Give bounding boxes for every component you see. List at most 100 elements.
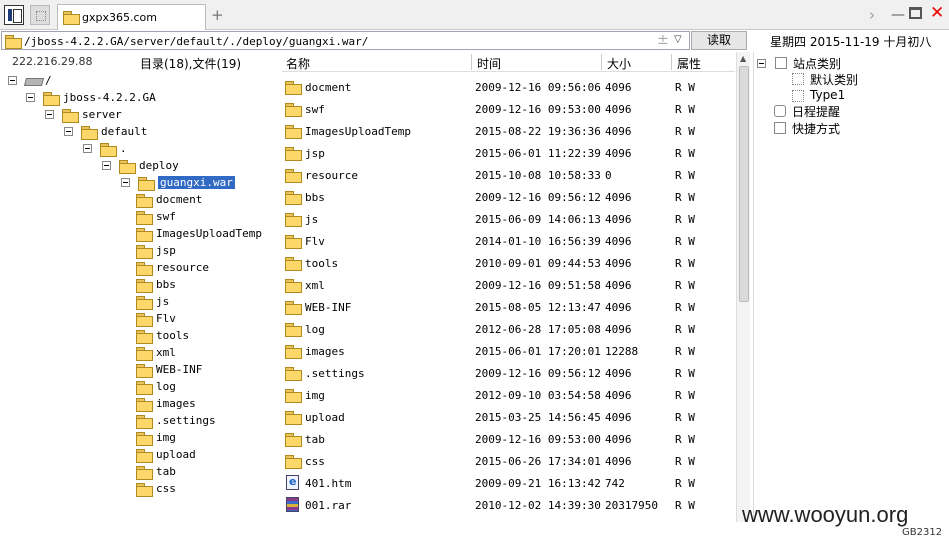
- collapse-toggle-icon[interactable]: [121, 178, 130, 187]
- table-row[interactable]: upload 2015-03-25 14:56:45 4096 R W: [282, 406, 735, 428]
- file-attr: R W: [675, 147, 695, 160]
- list-scrollbar[interactable]: ▲: [736, 52, 750, 522]
- collapse-toggle-icon[interactable]: [26, 93, 35, 102]
- blank-tab-button[interactable]: [30, 5, 50, 25]
- scroll-thumb[interactable]: [739, 66, 749, 302]
- table-row[interactable]: tools 2010-09-01 09:44:53 4096 R W: [282, 252, 735, 274]
- collapse-toggle-icon[interactable]: [8, 76, 17, 85]
- directory-tree: / jboss-4.2.2.GA server default. deploy guang…: [0, 72, 281, 522]
- table-row[interactable]: tab 2009-12-16 09:53:00 4096 R W: [282, 428, 735, 450]
- drive-icon: [25, 75, 41, 85]
- file-size: 742: [605, 477, 625, 490]
- file-attr: R W: [675, 499, 695, 512]
- table-row[interactable]: ImagesUploadTemp 2015-08-22 19:36:36 4096 R…: [282, 120, 735, 142]
- folder-icon: [119, 160, 136, 174]
- date-label: 星期四 2015-11-19 十月初八: [770, 35, 932, 49]
- shortcut-label: 快捷方式: [792, 122, 841, 136]
- table-row[interactable]: docment 2009-12-16 09:56:06 4096 R W: [282, 76, 735, 98]
- panel-toggle-icon[interactable]: [4, 5, 24, 25]
- table-row[interactable]: WEB-INF 2015-08-05 12:13:47 4096 R W: [282, 296, 735, 318]
- tree-node-label: images: [156, 397, 196, 410]
- folder-icon: [285, 213, 302, 227]
- tab-title: gxpx365.com: [82, 11, 157, 24]
- file-attr: R W: [675, 367, 695, 380]
- column-name[interactable]: 名称: [286, 55, 310, 72]
- folder-icon: [285, 169, 302, 183]
- file-name: 001.rar: [305, 499, 352, 512]
- chevron-down-icon[interactable]: ▽: [674, 34, 682, 45]
- file-attr: R W: [675, 191, 695, 204]
- file-size: 4096: [605, 213, 632, 226]
- table-row[interactable]: img 2012-09-10 03:54:58 4096 R W: [282, 384, 735, 406]
- file-size: 4096: [605, 389, 632, 402]
- table-row[interactable]: 001.rar 2010-12-02 14:39:30 20317950 R W: [282, 494, 735, 516]
- file-time: 2010-12-02 14:39:30: [475, 499, 601, 512]
- table-row[interactable]: resource 2015-10-08 10:58:33 0 R W: [282, 164, 735, 186]
- tree-node-label: log: [156, 380, 176, 393]
- collapse-toggle-icon[interactable]: [83, 144, 92, 153]
- file-size: 4096: [605, 323, 632, 336]
- column-attr[interactable]: 属性: [677, 55, 701, 72]
- table-row[interactable]: log 2012-06-28 17:05:08 4096 R W: [282, 318, 735, 340]
- minimize-icon[interactable]: —: [891, 7, 905, 23]
- server-ip: 222.216.29.88: [12, 55, 93, 68]
- table-row[interactable]: bbs 2009-12-16 09:56:12 4096 R W: [282, 186, 735, 208]
- column-size[interactable]: 大小: [607, 55, 631, 72]
- close-icon[interactable]: ✕: [930, 3, 944, 23]
- read-button[interactable]: 读取: [691, 31, 747, 50]
- file-time: 2014-01-10 16:56:39: [475, 235, 601, 248]
- file-name: images: [305, 345, 345, 358]
- column-divider[interactable]: [671, 54, 672, 70]
- folder-icon: [285, 235, 302, 249]
- table-row[interactable]: swf 2009-12-16 09:53:00 4096 R W: [282, 98, 735, 120]
- collapse-toggle-icon[interactable]: [64, 127, 73, 136]
- table-row[interactable]: js 2015-06-09 14:06:13 4096 R W: [282, 208, 735, 230]
- folder-icon: [136, 483, 153, 497]
- folder-icon: [285, 345, 302, 359]
- table-row[interactable]: xml 2009-12-16 09:51:58 4096 R W: [282, 274, 735, 296]
- table-row[interactable]: css 2015-06-26 17:34:01 4096 R W: [282, 450, 735, 472]
- table-row[interactable]: jsp 2015-06-01 11:22:39 4096 R W: [282, 142, 735, 164]
- file-time: 2009-12-16 09:56:06: [475, 81, 601, 94]
- table-row[interactable]: .settings 2009-12-16 09:56:12 4096 R W: [282, 362, 735, 384]
- file-time: 2009-12-16 09:56:12: [475, 191, 601, 204]
- maximize-icon[interactable]: [909, 7, 922, 19]
- chevron-right-icon[interactable]: ›: [869, 6, 875, 24]
- collapse-toggle-icon[interactable]: [757, 59, 766, 68]
- folder-icon: [136, 432, 153, 446]
- file-name: upload: [305, 411, 345, 424]
- file-size: 4096: [605, 433, 632, 446]
- tab-active[interactable]: gxpx365.com: [57, 4, 206, 30]
- dir-file-count: 目录(18),文件(19): [140, 57, 242, 71]
- file-attr: R W: [675, 257, 695, 270]
- file-name: 401.htm: [305, 477, 352, 490]
- folder-icon: [5, 35, 22, 49]
- table-row[interactable]: 401.htm 2009-09-21 16:13:42 742 R W: [282, 472, 735, 494]
- table-row[interactable]: images 2015-06-01 17:20:01 12288 R W: [282, 340, 735, 362]
- collapse-toggle-icon[interactable]: [102, 161, 111, 170]
- scroll-up-icon[interactable]: ▲: [740, 54, 746, 63]
- collapse-toggle-icon[interactable]: [45, 110, 54, 119]
- tab-bar: gxpx365.com + › — ✕: [0, 0, 949, 30]
- path-input[interactable]: /jboss-4.2.2.GA/server/default/./deploy/…: [1, 31, 690, 50]
- folder-icon: [63, 11, 80, 25]
- shortcut-icon: [774, 122, 786, 134]
- file-name: docment: [305, 81, 352, 94]
- folder-icon: [285, 411, 302, 425]
- page-icon: [792, 73, 804, 85]
- column-time[interactable]: 时间: [477, 55, 501, 72]
- bookmark-plus-icon[interactable]: ±: [657, 32, 669, 48]
- type1-label: Type1: [810, 88, 846, 102]
- file-time: 2015-06-01 17:20:01: [475, 345, 601, 358]
- file-name: jsp: [305, 147, 325, 160]
- folder-icon: [285, 191, 302, 205]
- tree-node-label: deploy: [139, 159, 179, 172]
- folder-icon: [285, 125, 302, 139]
- add-tab-icon[interactable]: +: [211, 6, 224, 24]
- column-divider[interactable]: [471, 54, 472, 70]
- folder-icon: [100, 143, 117, 157]
- tree-node-label: .: [120, 142, 127, 155]
- table-row[interactable]: Flv 2014-01-10 16:56:39 4096 R W: [282, 230, 735, 252]
- column-divider[interactable]: [601, 54, 602, 70]
- folder-icon: [136, 398, 153, 412]
